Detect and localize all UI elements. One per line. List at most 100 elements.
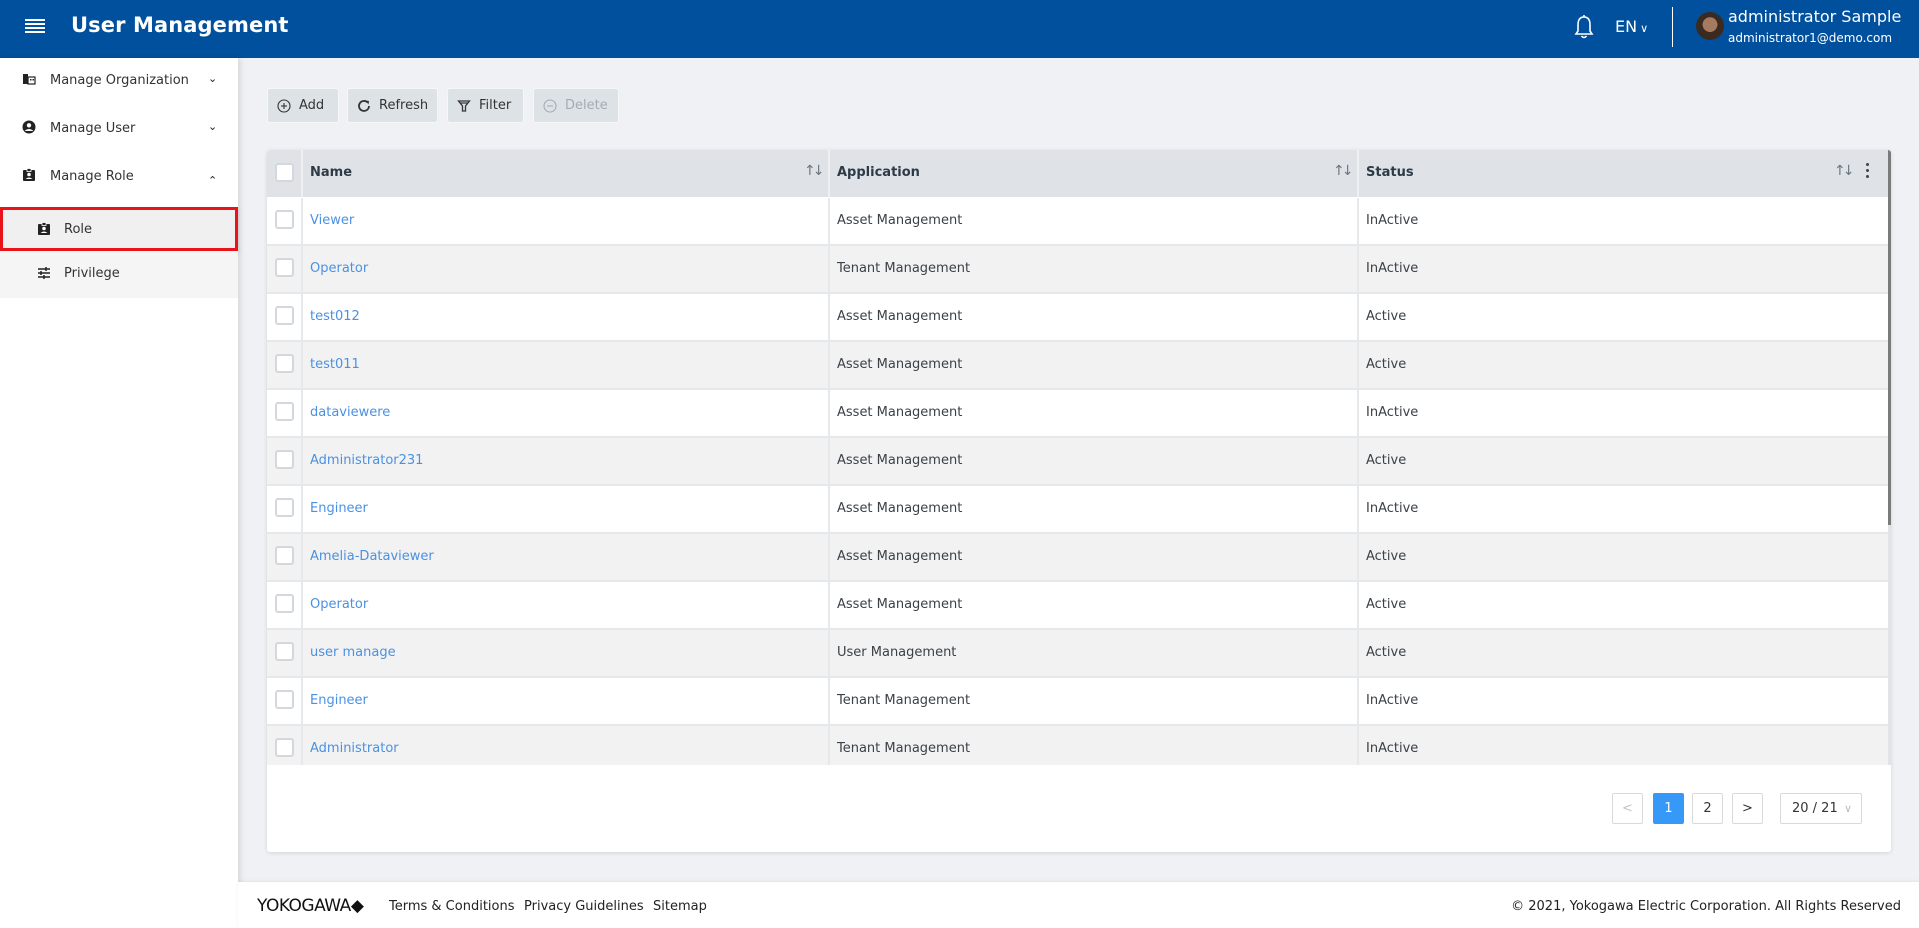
role-name-link[interactable]: test012: [310, 309, 360, 324]
role-name-link[interactable]: Administrator231: [310, 453, 423, 468]
chevron-down-icon: ⌄: [208, 120, 218, 133]
avatar[interactable]: [1696, 12, 1724, 40]
add-button[interactable]: Add: [267, 88, 339, 123]
status-cell: Active: [1359, 342, 1888, 388]
table-row[interactable]: Amelia-Dataviewer Asset Management Active: [267, 534, 1888, 582]
application-cell: Asset Management: [830, 534, 1359, 580]
status-cell: InActive: [1359, 678, 1888, 724]
table-row[interactable]: Viewer Asset Management InActive: [267, 198, 1888, 246]
sort-icon[interactable]: ↑↓: [804, 163, 825, 179]
role-name-link[interactable]: Engineer: [310, 693, 368, 708]
role-name-link[interactable]: user manage: [310, 645, 396, 660]
top-bar: User Management EN ∨ administrator Sample…: [0, 0, 1919, 58]
application-value: User Management: [837, 645, 957, 660]
language-selector[interactable]: EN ∨: [1615, 17, 1648, 36]
privacy-link[interactable]: Privacy Guidelines: [524, 899, 644, 914]
column-title: Name: [310, 165, 353, 180]
column-title: Status: [1366, 165, 1414, 180]
menu-icon[interactable]: [25, 19, 45, 35]
row-select-cell: [267, 438, 303, 484]
role-name-link[interactable]: Engineer: [310, 501, 368, 516]
row-checkbox[interactable]: [275, 450, 294, 469]
scrollbar-thumb[interactable]: [1888, 150, 1891, 525]
role-name-link[interactable]: Amelia-Dataviewer: [310, 549, 434, 564]
row-checkbox[interactable]: [275, 594, 294, 613]
copyright: © 2021, Yokogawa Electric Corporation. A…: [1511, 899, 1901, 914]
row-checkbox[interactable]: [275, 306, 294, 325]
application-cell: Asset Management: [830, 390, 1359, 436]
application-value: Asset Management: [837, 549, 963, 564]
application-cell: Asset Management: [830, 438, 1359, 484]
row-checkbox[interactable]: [275, 354, 294, 373]
row-select-cell: [267, 294, 303, 340]
role-name-link[interactable]: test011: [310, 357, 360, 372]
delete-button[interactable]: Delete: [533, 88, 619, 123]
sidebar-item-manage-organization[interactable]: Manage Organization ⌄: [0, 58, 238, 106]
row-checkbox[interactable]: [275, 738, 294, 757]
row-checkbox[interactable]: [275, 690, 294, 709]
row-checkbox[interactable]: [275, 210, 294, 229]
terms-link[interactable]: Terms & Conditions: [389, 899, 515, 914]
role-name-link[interactable]: dataviewere: [310, 405, 390, 420]
application-cell: Asset Management: [830, 294, 1359, 340]
roles-table-card: Name ↑↓ Application ↑↓ Status ↑↓ Viewer A…: [267, 150, 1891, 852]
table-header: Name ↑↓ Application ↑↓ Status ↑↓: [267, 150, 1888, 197]
page-size-select[interactable]: 20 / 21 ∨: [1780, 793, 1862, 824]
table-body: Viewer Asset Management InActive Operator Te…: [267, 198, 1888, 765]
sidebar-subitem-privilege[interactable]: Privilege: [0, 251, 238, 298]
column-menu-icon[interactable]: [1863, 163, 1871, 181]
prev-page-button[interactable]: <: [1612, 793, 1643, 824]
notification-bell-icon[interactable]: [1573, 14, 1595, 40]
language-value: EN: [1615, 17, 1638, 36]
role-name-link[interactable]: Administrator: [310, 741, 399, 756]
sidebar-item-manage-user[interactable]: Manage User ⌄: [0, 106, 238, 154]
name-cell: dataviewere: [303, 390, 830, 436]
divider: [1672, 7, 1673, 47]
application-value: Asset Management: [837, 597, 963, 612]
row-checkbox[interactable]: [275, 546, 294, 565]
column-header-status[interactable]: Status ↑↓: [1359, 150, 1888, 197]
table-row[interactable]: user manage User Management Active: [267, 630, 1888, 678]
sidebar-item-manage-role[interactable]: Manage Role ⌃: [0, 154, 238, 202]
table-row[interactable]: test012 Asset Management Active: [267, 294, 1888, 342]
badge-icon: [38, 222, 50, 235]
select-all-checkbox[interactable]: [275, 163, 294, 182]
next-page-button[interactable]: >: [1732, 793, 1763, 824]
sliders-icon: [38, 267, 50, 279]
app-title: User Management: [71, 13, 289, 37]
table-row[interactable]: test011 Asset Management Active: [267, 342, 1888, 390]
table-row[interactable]: Operator Asset Management Active: [267, 582, 1888, 630]
role-name-link[interactable]: Operator: [310, 597, 368, 612]
sidebar-subitem-role[interactable]: Role: [0, 207, 238, 251]
status-cell: InActive: [1359, 246, 1888, 292]
account-circle-icon: [22, 120, 36, 134]
status-cell: InActive: [1359, 726, 1888, 765]
sitemap-link[interactable]: Sitemap: [653, 899, 707, 914]
table-row[interactable]: Administrator231 Asset Management Active: [267, 438, 1888, 486]
role-name-link[interactable]: Viewer: [310, 213, 354, 228]
role-name-link[interactable]: Operator: [310, 261, 368, 276]
column-header-application[interactable]: Application ↑↓: [830, 150, 1359, 197]
page-2-button[interactable]: 2: [1692, 793, 1723, 824]
table-row[interactable]: Operator Tenant Management InActive: [267, 246, 1888, 294]
page-1-button[interactable]: 1: [1653, 793, 1684, 824]
table-row[interactable]: Engineer Tenant Management InActive: [267, 678, 1888, 726]
table-row[interactable]: dataviewere Asset Management InActive: [267, 390, 1888, 438]
table-row[interactable]: Engineer Asset Management InActive: [267, 486, 1888, 534]
column-header-name[interactable]: Name ↑↓: [303, 150, 830, 197]
row-checkbox[interactable]: [275, 258, 294, 277]
organization-icon: [23, 74, 36, 85]
status-value: Active: [1366, 453, 1407, 468]
add-label: Add: [299, 98, 325, 113]
row-checkbox[interactable]: [275, 642, 294, 661]
table-row[interactable]: Administrator Tenant Management InActive: [267, 726, 1888, 765]
scrollbar-track[interactable]: [1888, 525, 1891, 765]
refresh-button[interactable]: Refresh: [347, 88, 438, 123]
filter-button[interactable]: Filter: [447, 88, 524, 123]
row-checkbox[interactable]: [275, 402, 294, 421]
sort-icon[interactable]: ↑↓: [1333, 163, 1354, 179]
page-size-value: 20 / 21: [1792, 801, 1838, 816]
row-checkbox[interactable]: [275, 498, 294, 517]
sort-icon[interactable]: ↑↓: [1834, 163, 1855, 179]
user-name[interactable]: administrator Sample: [1728, 7, 1901, 26]
